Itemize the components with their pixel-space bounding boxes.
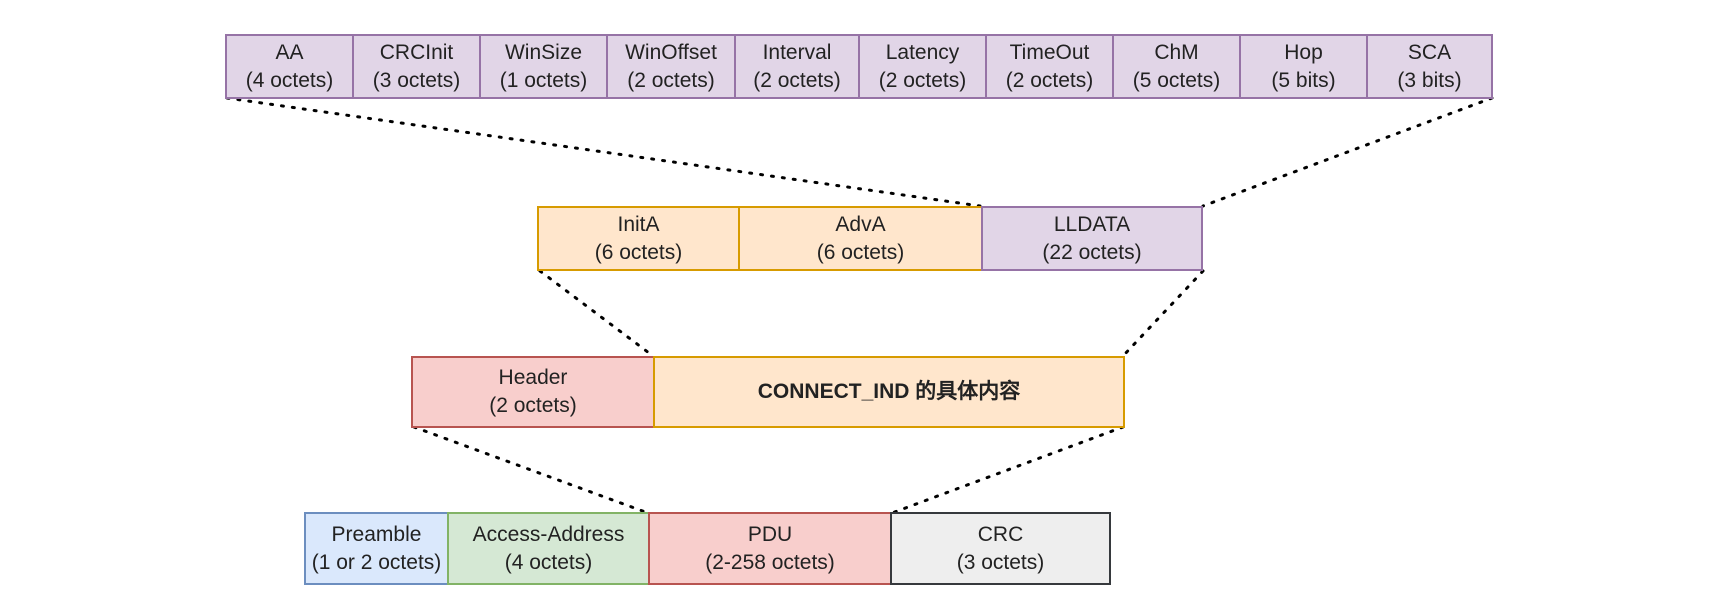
field-preamble: Preamble (1 or 2 octets) xyxy=(304,512,449,585)
field-sca-size: (3 bits) xyxy=(1397,68,1462,92)
field-aa: AA (4 octets) xyxy=(225,34,354,99)
field-preamble-size: (1 or 2 octets) xyxy=(311,550,442,574)
connector-pdu-left xyxy=(412,425,650,515)
field-winoffset-name: WinOffset xyxy=(625,40,717,64)
field-chm-name: ChM xyxy=(1154,40,1199,64)
field-inita-name: InitA xyxy=(617,212,660,236)
field-aa-size: (4 octets) xyxy=(245,68,334,92)
field-winoffset: WinOffset (2 octets) xyxy=(606,34,736,99)
field-sca-name: SCA xyxy=(1407,40,1452,64)
connector-pdu-right xyxy=(890,425,1125,515)
field-winsize: WinSize (1 octets) xyxy=(479,34,608,99)
field-interval-size: (2 octets) xyxy=(753,68,841,92)
field-lldata-size: (22 octets) xyxy=(1042,240,1142,264)
field-lldata: LLDATA (22 octets) xyxy=(981,206,1203,271)
field-latency-name: Latency xyxy=(885,40,960,64)
field-winsize-name: WinSize xyxy=(504,40,583,64)
field-connect-ind-label: CONNECT_IND 的具体内容 xyxy=(757,380,1021,403)
field-timeout: TimeOut (2 octets) xyxy=(985,34,1114,99)
field-aa-name: AA xyxy=(275,40,304,64)
field-winsize-size: (1 octets) xyxy=(499,68,588,92)
field-crc: CRC (3 octets) xyxy=(890,512,1111,585)
field-crc-size: (3 octets) xyxy=(956,550,1045,574)
field-interval-name: Interval xyxy=(762,40,832,64)
field-lldata-name: LLDATA xyxy=(1053,212,1131,236)
field-crcinit: CRCInit (3 octets) xyxy=(352,34,481,99)
field-header-size: (2 octets) xyxy=(489,394,577,417)
field-chm-size: (5 octets) xyxy=(1132,68,1221,92)
field-interval: Interval (2 octets) xyxy=(734,34,860,99)
field-sca: SCA (3 bits) xyxy=(1366,34,1493,99)
field-crc-name: CRC xyxy=(977,522,1024,546)
field-preamble-name: Preamble xyxy=(331,522,422,546)
field-inita: InitA (6 octets) xyxy=(537,206,740,271)
field-timeout-size: (2 octets) xyxy=(1005,68,1094,92)
field-pdu-size: (2-258 octets) xyxy=(705,550,835,574)
field-latency: Latency (2 octets) xyxy=(858,34,987,99)
field-winoffset-size: (2 octets) xyxy=(627,68,715,92)
field-header: Header (2 octets) xyxy=(411,356,655,428)
connector-llcontrol-left xyxy=(225,96,982,208)
connector-payload-right xyxy=(1121,269,1205,358)
field-connect-ind: CONNECT_IND 的具体内容 xyxy=(653,356,1125,428)
field-pdu: PDU (2-258 octets) xyxy=(648,512,892,585)
field-chm: ChM (5 octets) xyxy=(1112,34,1241,99)
field-crcinit-name: CRCInit xyxy=(379,40,454,64)
field-latency-size: (2 octets) xyxy=(878,68,967,92)
field-hop: Hop (5 bits) xyxy=(1239,34,1368,99)
connector-llcontrol-right xyxy=(1201,96,1494,208)
field-pdu-name: PDU xyxy=(747,522,793,546)
ble-packet-diagram: AA (4 octets) CRCInit (3 octets) WinSize… xyxy=(0,0,1725,603)
field-hop-name: Hop xyxy=(1284,40,1323,64)
field-inita-size: (6 octets) xyxy=(594,240,683,264)
field-adva: AdvA (6 octets) xyxy=(738,206,983,271)
field-access-address-name: Access-Address xyxy=(472,522,625,546)
field-access-address-size: (4 octets) xyxy=(504,550,593,574)
field-timeout-name: TimeOut xyxy=(1009,40,1090,64)
field-adva-name: AdvA xyxy=(835,212,886,236)
field-crcinit-size: (3 octets) xyxy=(372,68,461,92)
field-header-name: Header xyxy=(498,366,568,389)
field-adva-size: (6 octets) xyxy=(816,240,905,264)
connector-payload-left xyxy=(538,269,655,358)
field-hop-size: (5 bits) xyxy=(1271,68,1336,92)
field-access-address: Access-Address (4 octets) xyxy=(447,512,650,585)
